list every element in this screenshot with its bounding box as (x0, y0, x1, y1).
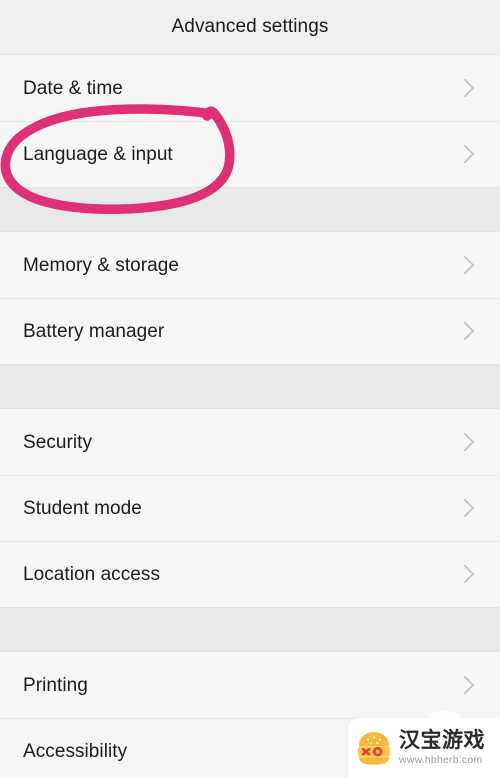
settings-row-label: Security (23, 431, 93, 453)
page-title: Advanced settings (171, 16, 329, 37)
settings-screen: Advanced settings Date & time Language &… (0, 0, 500, 778)
settings-group-2: Memory & storage Battery manager (0, 232, 500, 364)
settings-row-label: Printing (23, 674, 88, 696)
section-divider-3 (0, 607, 500, 652)
chevron-right-icon (463, 497, 476, 519)
chevron-right-icon (463, 77, 476, 99)
section-divider-1 (0, 187, 500, 232)
settings-group-1: Date & time Language & input (0, 55, 500, 187)
chevron-right-icon (463, 431, 476, 453)
watermark-text: 汉宝游戏 www.hbherb.com (399, 730, 485, 765)
watermark-brand: 汉宝游戏 (399, 729, 485, 753)
settings-row-printing[interactable]: Printing (0, 652, 500, 718)
settings-row-language-and-input[interactable]: Language & input (0, 121, 500, 187)
chevron-right-icon (463, 563, 476, 585)
settings-list: Date & time Language & input Memory & st… (0, 55, 500, 778)
settings-row-label: Language & input (23, 143, 173, 165)
chevron-right-icon (463, 254, 476, 276)
settings-row-label: Memory & storage (23, 254, 180, 276)
settings-row-label: Student mode (23, 497, 142, 519)
settings-row-label: Location access (23, 563, 160, 585)
page-header: Advanced settings (0, 0, 500, 55)
chevron-right-icon (463, 674, 476, 696)
settings-row-student-mode[interactable]: Student mode (0, 475, 500, 541)
chevron-right-icon (463, 143, 476, 165)
settings-row-location-access[interactable]: Location access (0, 541, 500, 607)
burger-icon (357, 732, 391, 765)
watermark-notch (428, 711, 462, 725)
settings-row-label: Battery manager (23, 320, 165, 342)
settings-row-security[interactable]: Security (0, 409, 500, 475)
site-watermark: 汉宝游戏 www.hbherb.com (348, 711, 500, 778)
settings-row-date-and-time[interactable]: Date & time (0, 55, 500, 121)
chevron-right-icon (463, 320, 476, 342)
settings-group-3: Security Student mode Location access (0, 409, 500, 607)
settings-row-battery-manager[interactable]: Battery manager (0, 298, 500, 364)
section-divider-2 (0, 364, 500, 409)
settings-row-label: Date & time (23, 77, 123, 99)
watermark-url: www.hbherb.com (399, 753, 483, 766)
settings-row-memory-and-storage[interactable]: Memory & storage (0, 232, 500, 298)
